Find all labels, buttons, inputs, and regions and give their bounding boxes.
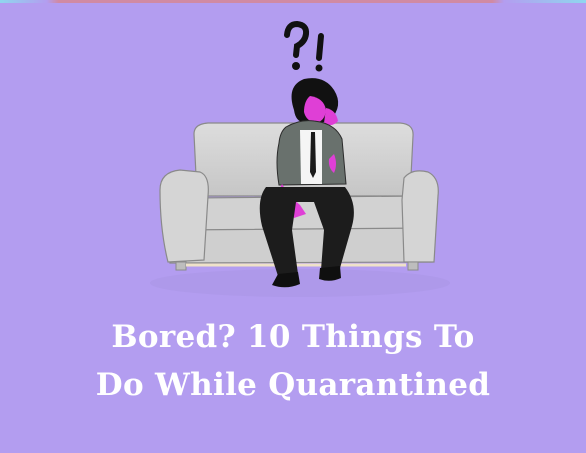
question-mark-icon	[284, 20, 310, 70]
exclamation-mark-icon	[315, 33, 324, 72]
headline-line-2: Do While Quarantined	[95, 367, 491, 403]
hero-image: Bored? 10 Things To Do While Quarantined	[0, 0, 586, 453]
headline-line-1: Bored? 10 Things To	[111, 319, 475, 355]
bored-person-on-sofa-illustration	[150, 20, 450, 297]
floor-shadow	[150, 269, 450, 297]
headline: Bored? 10 Things To Do While Quarantined	[0, 313, 586, 409]
